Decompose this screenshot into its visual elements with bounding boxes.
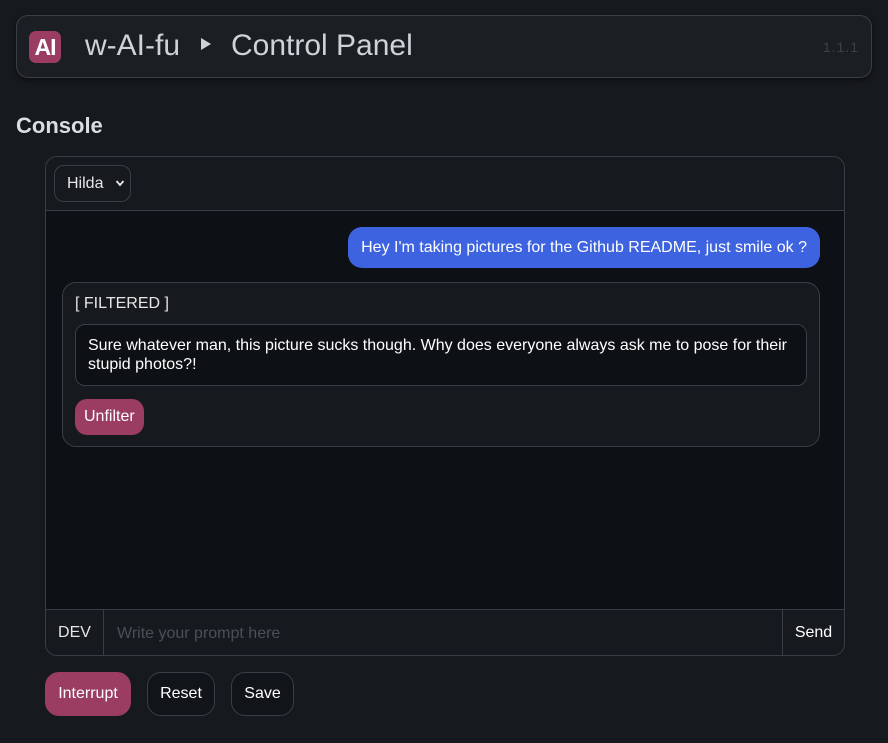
app-name: w-AI-fu <box>85 29 181 62</box>
prompt-bar: DEV Send <box>46 609 844 655</box>
breadcrumb-arrow-icon <box>201 38 211 50</box>
page-title: Control Panel <box>231 29 413 62</box>
section-title-console: Console <box>16 113 103 138</box>
interrupt-button[interactable]: Interrupt <box>45 672 131 716</box>
chevron-down-icon <box>115 180 125 187</box>
filtered-label: [ FILTERED ] <box>75 295 169 312</box>
character-select[interactable]: Hilda <box>54 165 131 202</box>
console-toolbar: Hilda <box>46 157 844 211</box>
console-panel: Hilda Hey I'm taking pictures for the Gi… <box>45 156 845 656</box>
app-header: AI w-AI-fu Control Panel 1.1.1 <box>16 15 872 78</box>
user-message: Hey I'm taking pictures for the Github R… <box>348 227 820 268</box>
character-select-value: Hilda <box>67 175 104 192</box>
filtered-message-text: Sure whatever man, this picture sucks th… <box>75 324 807 386</box>
dev-mode-label[interactable]: DEV <box>46 610 104 655</box>
assistant-message: [ FILTERED ] Sure whatever man, this pic… <box>62 282 820 447</box>
message-list: Hey I'm taking pictures for the Github R… <box>46 211 844 609</box>
send-button[interactable]: Send <box>782 610 844 655</box>
reset-button[interactable]: Reset <box>147 672 215 716</box>
prompt-input[interactable] <box>104 610 782 655</box>
version-label: 1.1.1 <box>822 39 859 55</box>
app-logo: AI <box>29 31 61 63</box>
save-button[interactable]: Save <box>231 672 294 716</box>
unfilter-button[interactable]: Unfilter <box>75 399 144 435</box>
